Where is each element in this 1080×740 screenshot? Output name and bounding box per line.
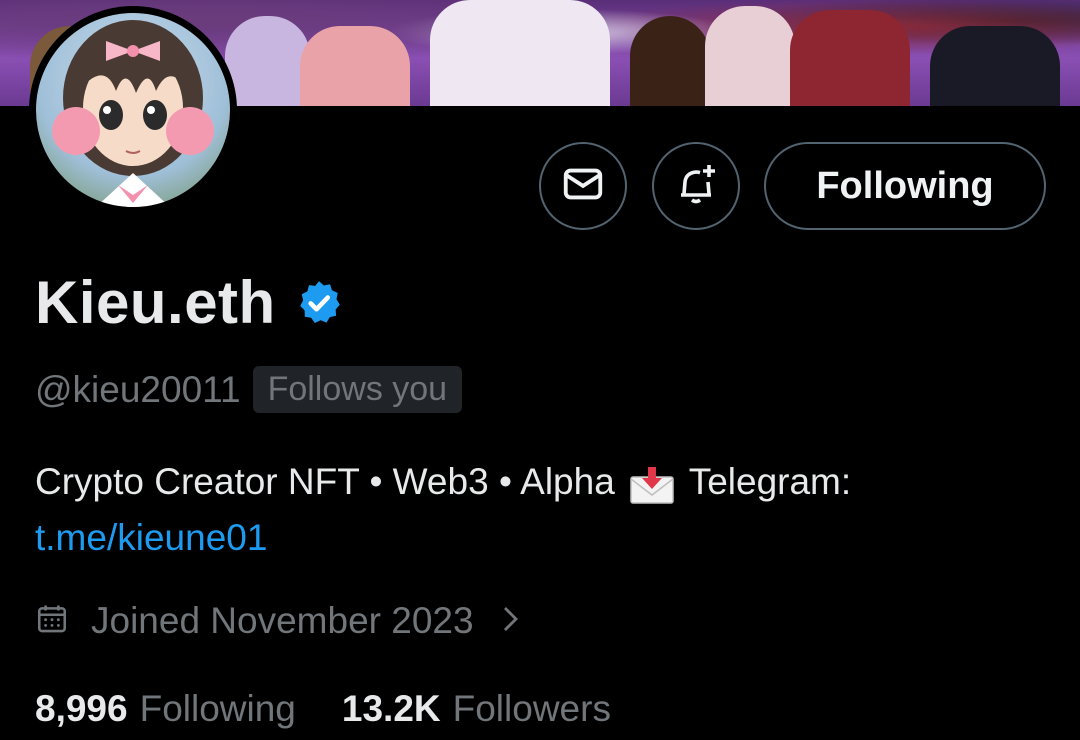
joined-row[interactable]: Joined November 2023 xyxy=(35,600,522,642)
banner-figure xyxy=(300,26,410,106)
display-name: Kieu.eth xyxy=(35,269,276,336)
bio-text: Crypto Creator NFT • Web3 • Alpha xyxy=(35,461,615,502)
following-label: Following xyxy=(139,688,296,729)
avatar[interactable] xyxy=(29,6,237,214)
name-row: Kieu.eth xyxy=(35,268,344,337)
bell-plus-icon xyxy=(672,160,720,213)
banner-figure xyxy=(630,16,710,106)
followers-label: Followers xyxy=(452,688,611,729)
bio-text-after: Telegram: xyxy=(688,461,852,502)
verified-badge-icon[interactable] xyxy=(294,278,344,328)
following-button-label: Following xyxy=(816,164,994,207)
follow-stats: 8,996 Following 13.2K Followers xyxy=(35,688,611,730)
username-handle: @kieu20011 xyxy=(35,368,241,410)
handle-row: @kieu20011 Follows you xyxy=(35,366,463,413)
calendar-icon xyxy=(35,602,69,641)
banner-figure xyxy=(790,10,910,106)
joined-date: Joined November 2023 xyxy=(91,600,474,641)
avatar-image xyxy=(36,13,230,207)
followers-count: 13.2K xyxy=(341,688,441,729)
banner-figure xyxy=(930,26,1060,106)
follows-you-badge: Follows you xyxy=(252,366,463,413)
envelope-icon xyxy=(560,161,606,212)
bio: Crypto Creator NFT • Web3 • Alpha Telegr… xyxy=(35,454,1045,566)
bio-link[interactable]: t.me/kieune01 xyxy=(35,517,267,558)
following-button[interactable]: Following xyxy=(764,142,1046,230)
banner-figure xyxy=(430,0,610,106)
banner-figure xyxy=(705,6,795,106)
incoming-envelope-emoji xyxy=(629,465,675,504)
banner-figure xyxy=(225,16,310,106)
message-button[interactable] xyxy=(539,142,627,230)
notify-button[interactable] xyxy=(652,142,740,230)
chevron-right-icon xyxy=(500,603,522,640)
following-count: 8,996 xyxy=(35,688,128,729)
followers-stat[interactable]: 13.2K Followers xyxy=(342,688,611,730)
following-stat[interactable]: 8,996 Following xyxy=(35,688,296,730)
